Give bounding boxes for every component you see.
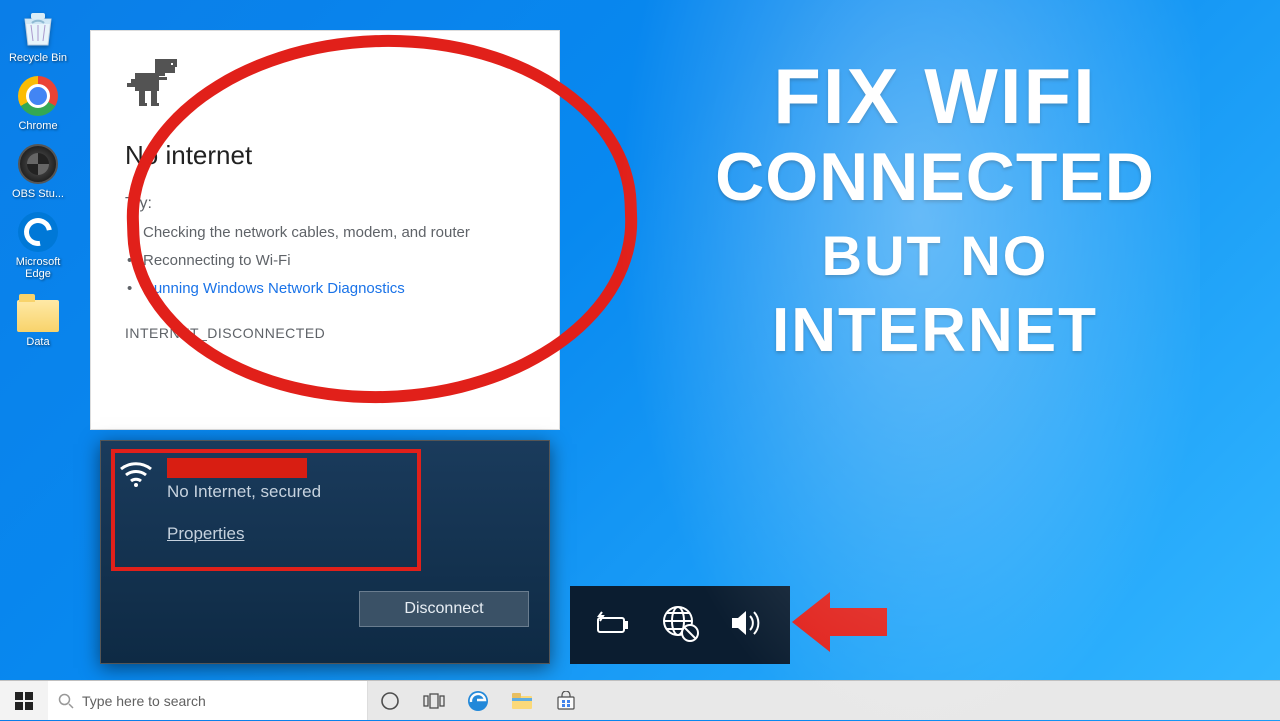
tip-diagnostics-link[interactable]: Running Windows Network Diagnostics	[143, 275, 525, 303]
search-placeholder: Type here to search	[82, 693, 206, 709]
search-icon	[58, 693, 74, 709]
taskbar: Type here to search	[0, 680, 1280, 720]
start-button[interactable]	[0, 681, 48, 720]
obs-shortcut[interactable]: OBS Stu...	[8, 142, 68, 200]
wifi-signal-icon	[119, 457, 153, 544]
folder-icon	[17, 300, 59, 332]
tip-check-cables: Checking the network cables, modem, and …	[143, 219, 525, 247]
disconnect-button[interactable]: Disconnect	[359, 591, 529, 627]
wifi-flyout-panel: No Internet, secured Properties Disconne…	[100, 440, 550, 664]
headline-line-3: BUT NO	[610, 216, 1260, 296]
task-view-icon[interactable]	[412, 681, 456, 721]
dino-icon[interactable]	[125, 55, 525, 116]
chrome-icon	[18, 76, 58, 116]
taskbar-edge-icon[interactable]	[456, 681, 500, 721]
headline-line-4: INTERNET	[610, 296, 1260, 366]
battery-icon[interactable]	[592, 606, 632, 645]
chrome-label: Chrome	[8, 120, 68, 132]
recycle-bin-icon	[16, 6, 60, 50]
wifi-properties-link[interactable]: Properties	[167, 524, 321, 544]
suggestions-list: Checking the network cables, modem, and …	[125, 219, 525, 303]
cortana-icon[interactable]	[368, 681, 412, 721]
taskbar-pinned-apps	[368, 681, 588, 720]
recycle-bin-label: Recycle Bin	[8, 52, 68, 64]
red-arrow-annotation	[792, 584, 887, 659]
obs-label: OBS Stu...	[8, 188, 68, 200]
chrome-shortcut[interactable]: Chrome	[8, 74, 68, 132]
edge-icon	[18, 212, 58, 252]
tip-reconnect: Reconnecting to Wi-Fi	[143, 247, 525, 275]
data-folder-label: Data	[8, 336, 68, 348]
no-internet-globe-icon[interactable]	[660, 603, 700, 648]
desktop-icons-column: Recycle Bin Chrome OBS Stu... Microsoft …	[8, 6, 78, 358]
wifi-status-text: No Internet, secured	[167, 482, 321, 502]
data-folder[interactable]: Data	[8, 290, 68, 348]
system-tray-closeup	[570, 586, 790, 664]
taskbar-explorer-icon[interactable]	[500, 681, 544, 721]
try-label: Try:	[125, 195, 525, 213]
volume-icon[interactable]	[728, 606, 768, 645]
chrome-error-page: No internet Try: Checking the network ca…	[90, 30, 560, 430]
headline-line-1: FIX WIFI	[610, 54, 1260, 138]
taskbar-search[interactable]: Type here to search	[48, 681, 368, 720]
error-code: INTERNET_DISCONNECTED	[125, 325, 525, 341]
thumbnail-headline: FIX WIFI CONNECTED BUT NO INTERNET	[610, 54, 1260, 366]
wifi-ssid-redacted	[167, 458, 307, 478]
no-internet-heading: No internet	[125, 140, 525, 171]
obs-icon	[18, 144, 58, 184]
edge-shortcut[interactable]: Microsoft Edge	[8, 210, 68, 280]
edge-label: Microsoft Edge	[8, 256, 68, 280]
headline-line-2: CONNECTED	[610, 138, 1260, 216]
recycle-bin[interactable]: Recycle Bin	[8, 6, 68, 64]
taskbar-store-icon[interactable]	[544, 681, 588, 721]
